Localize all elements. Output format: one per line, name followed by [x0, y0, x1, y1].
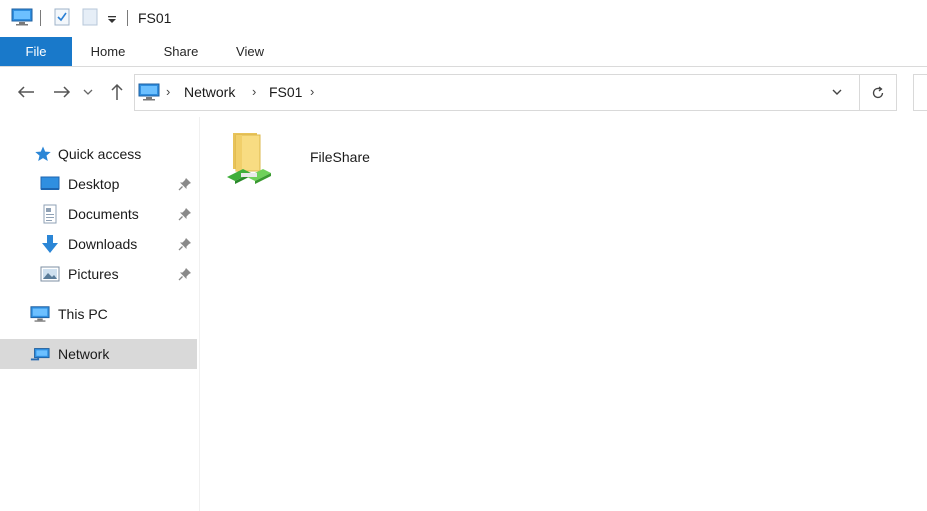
back-button[interactable]	[14, 80, 38, 104]
chevron-down-icon	[83, 89, 93, 95]
navigation-pane: Quick access Desktop Documents Downloads	[0, 117, 200, 511]
sidebar-item-label: This PC	[58, 306, 108, 322]
sidebar-item-documents[interactable]: Documents	[0, 199, 197, 229]
window-title: FS01	[138, 10, 172, 26]
sidebar-item-label: Downloads	[68, 236, 138, 252]
ribbon-tabs: File Home Share View	[0, 37, 927, 67]
refresh-button[interactable]	[860, 74, 897, 111]
network-share-folder-icon	[225, 129, 273, 192]
customize-toolbar-icon[interactable]	[107, 12, 117, 28]
pin-icon[interactable]	[178, 267, 192, 281]
title-bar: FS01	[0, 0, 927, 36]
pin-icon[interactable]	[178, 207, 192, 221]
new-folder-icon[interactable]	[81, 8, 99, 29]
pin-icon[interactable]	[178, 177, 192, 191]
tab-home[interactable]: Home	[78, 37, 138, 66]
sidebar-item-desktop[interactable]: Desktop	[0, 169, 197, 199]
sidebar-item-label: Network	[58, 346, 110, 362]
downloads-icon	[40, 234, 60, 254]
file-list: FileShare	[201, 117, 927, 511]
properties-icon[interactable]	[53, 8, 71, 29]
pin-icon[interactable]	[178, 237, 192, 251]
network-icon	[30, 344, 50, 364]
address-dropdown-icon[interactable]	[830, 85, 846, 101]
up-arrow-icon	[111, 83, 123, 100]
this-pc-icon	[30, 304, 50, 324]
forward-arrow-icon	[54, 86, 71, 98]
computer-icon	[138, 83, 160, 104]
navigation-bar: › Network › FS01 ›	[0, 67, 927, 117]
tab-view[interactable]: View	[222, 37, 278, 66]
sidebar-item-label: Documents	[68, 206, 139, 222]
search-input[interactable]	[913, 74, 927, 111]
sidebar-item-network[interactable]: Network	[0, 339, 197, 369]
sidebar-item-quick-access[interactable]: Quick access	[0, 139, 197, 169]
tab-share[interactable]: Share	[152, 37, 210, 66]
breadcrumb-network[interactable]: Network	[184, 84, 235, 100]
list-item-label: FileShare	[310, 149, 370, 165]
back-arrow-icon	[17, 86, 34, 98]
up-button[interactable]	[105, 80, 129, 104]
documents-icon	[40, 204, 60, 224]
sidebar-item-label: Quick access	[58, 146, 142, 162]
breadcrumb-chevron-icon[interactable]: ›	[166, 84, 170, 99]
sidebar-item-downloads[interactable]: Downloads	[0, 229, 197, 259]
list-item-fileshare[interactable]: FileShare	[221, 127, 381, 191]
sidebar-item-label: Pictures	[68, 266, 119, 282]
tab-file[interactable]: File	[0, 37, 72, 66]
sidebar-item-this-pc[interactable]: This PC	[0, 299, 197, 329]
star-icon	[33, 144, 53, 164]
qa-separator	[40, 10, 41, 26]
refresh-icon	[872, 85, 884, 98]
pictures-icon	[40, 264, 60, 284]
breadcrumb-fs01[interactable]: FS01	[269, 84, 302, 100]
computer-icon[interactable]	[11, 8, 33, 29]
title-separator	[127, 10, 128, 26]
forward-button[interactable]	[50, 80, 74, 104]
address-bar[interactable]: › Network › FS01 ›	[134, 74, 860, 111]
recent-locations-button[interactable]	[80, 80, 96, 104]
breadcrumb-chevron-icon[interactable]: ›	[252, 84, 256, 99]
desktop-icon	[40, 174, 60, 194]
breadcrumb-chevron-icon[interactable]: ›	[310, 84, 314, 99]
sidebar-item-pictures[interactable]: Pictures	[0, 259, 197, 289]
sidebar-item-label: Desktop	[68, 176, 120, 192]
